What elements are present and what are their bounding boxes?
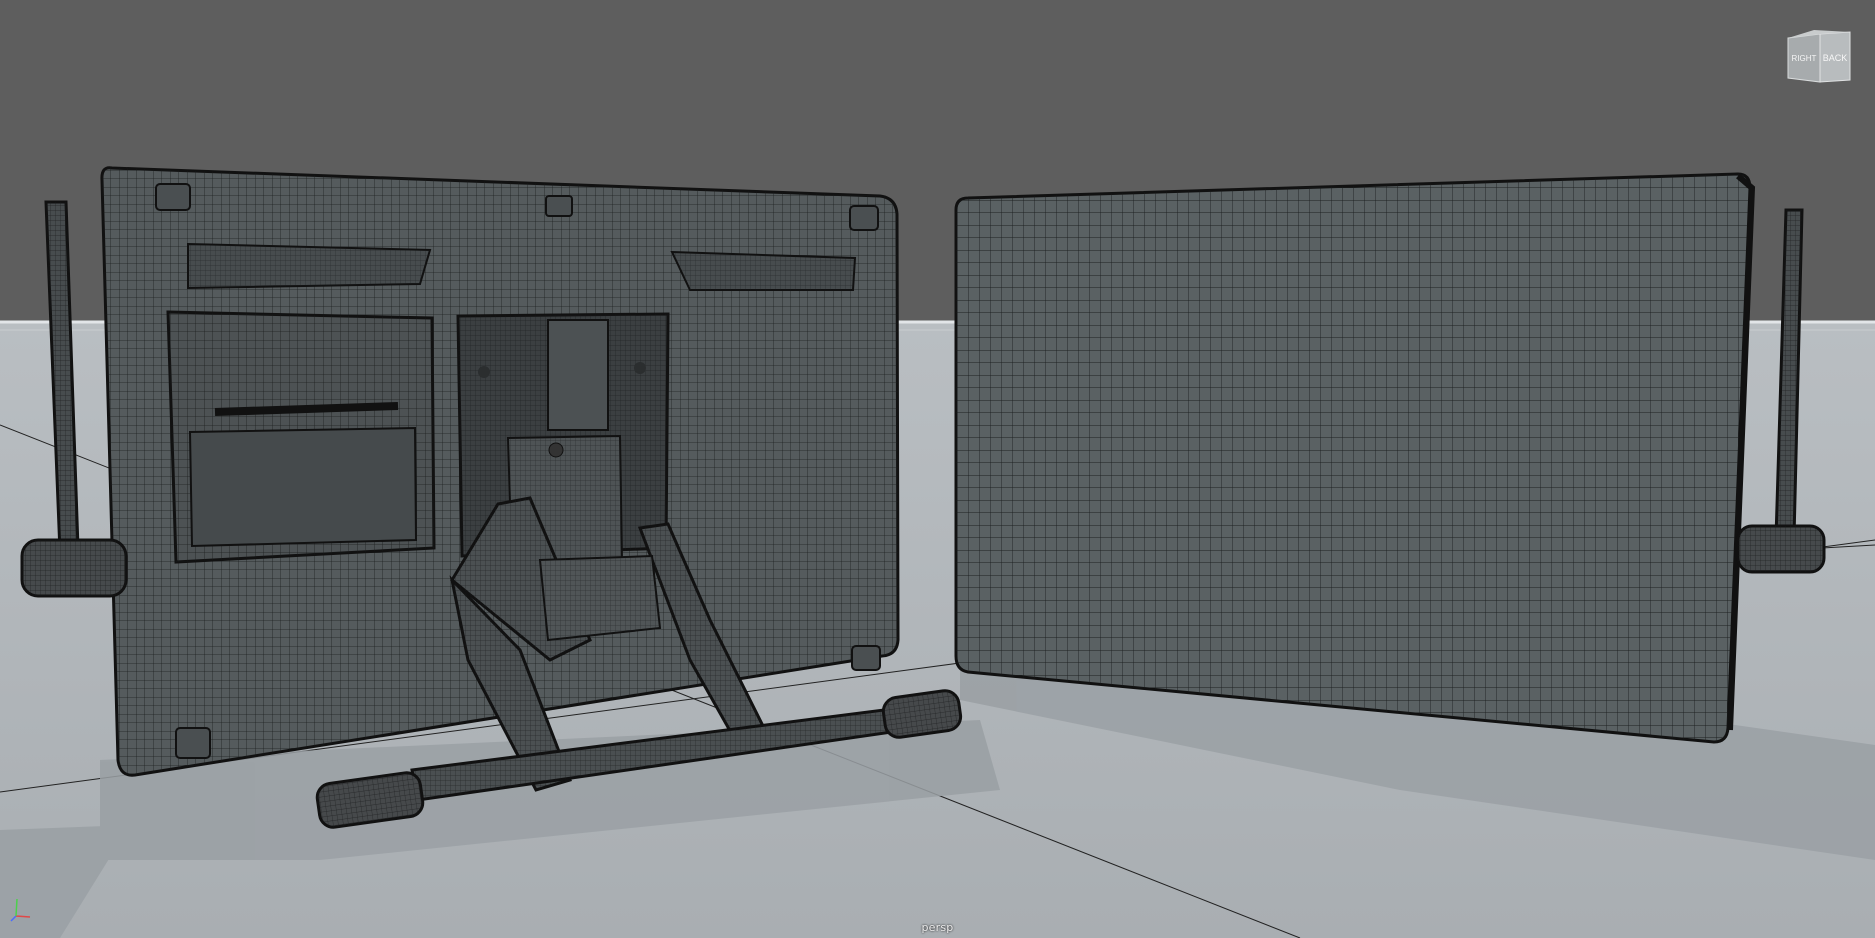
y-axis-line bbox=[15, 898, 18, 917]
scene-canvas[interactable] bbox=[0, 0, 1875, 938]
viewcube-navigator[interactable]: RIGHT BACK bbox=[1784, 28, 1854, 88]
viewcube-front-label: BACK bbox=[1823, 53, 1848, 63]
viewcube-left-label: RIGHT bbox=[1792, 54, 1817, 63]
maya-perspective-viewport[interactable]: RIGHT BACK persp bbox=[0, 0, 1875, 938]
tablet-front[interactable] bbox=[954, 172, 1756, 744]
camera-name-label: persp bbox=[0, 921, 1875, 934]
x-axis-line bbox=[15, 915, 31, 918]
camera-name-text: persp bbox=[921, 921, 954, 934]
axis-gizmo-icon bbox=[8, 894, 38, 924]
